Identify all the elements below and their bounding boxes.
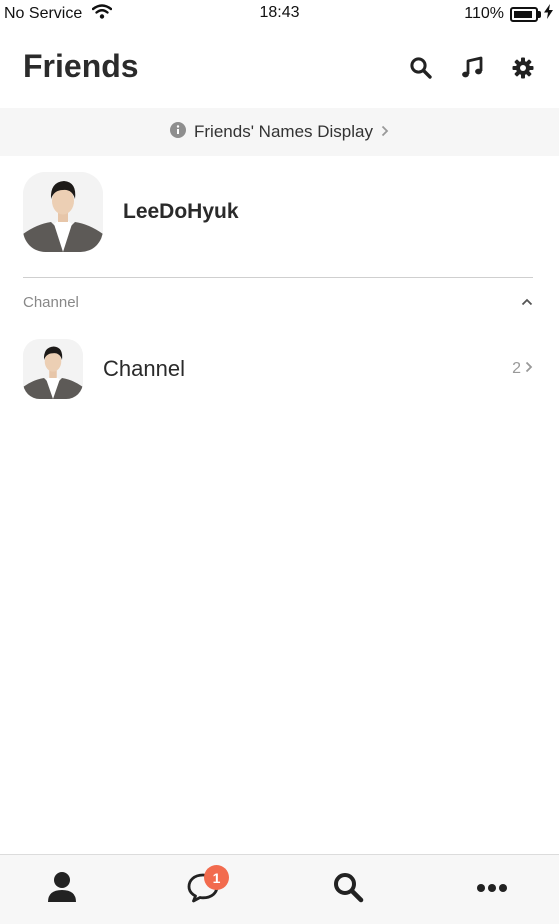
tab-friends[interactable] bbox=[42, 869, 82, 909]
unread-badge: 1 bbox=[204, 865, 229, 890]
chevron-right-icon bbox=[381, 122, 389, 142]
search-icon bbox=[332, 871, 364, 908]
my-profile-row[interactable]: LeeDoHyuk bbox=[23, 172, 533, 252]
section-label: Channel bbox=[23, 293, 79, 311]
channel-name: Channel bbox=[103, 356, 185, 381]
channel-section-header[interactable]: Channel bbox=[23, 290, 533, 314]
chevron-up-icon[interactable] bbox=[521, 293, 533, 311]
info-icon bbox=[170, 121, 187, 143]
avatar bbox=[23, 172, 103, 252]
tab-chats[interactable]: 1 bbox=[183, 865, 229, 909]
charging-bolt-icon bbox=[544, 4, 553, 24]
person-icon bbox=[47, 871, 77, 908]
gear-icon[interactable] bbox=[509, 54, 537, 82]
battery-percent: 110% bbox=[464, 5, 504, 22]
battery-icon bbox=[510, 6, 541, 22]
page-title: Friends bbox=[23, 48, 139, 84]
search-icon[interactable] bbox=[407, 54, 435, 82]
channel-count-value: 2 bbox=[512, 360, 521, 377]
app-header: Friends bbox=[0, 40, 559, 100]
tab-search[interactable] bbox=[328, 869, 368, 909]
names-display-banner[interactable]: Friends' Names Display bbox=[0, 108, 559, 156]
chevron-right-icon bbox=[525, 360, 533, 378]
status-bar: No Service 18:43 110% bbox=[0, 0, 559, 28]
music-note-icon[interactable] bbox=[458, 54, 486, 82]
names-display-text: Friends' Names Display bbox=[194, 122, 373, 141]
channel-row[interactable]: Channel 2 bbox=[23, 339, 533, 399]
tab-more[interactable] bbox=[472, 869, 512, 909]
profile-name: LeeDoHyuk bbox=[123, 200, 239, 223]
tab-bar: 1 bbox=[0, 854, 559, 924]
channel-count: 2 bbox=[512, 360, 533, 378]
avatar bbox=[23, 339, 83, 399]
divider bbox=[23, 277, 533, 278]
more-icon bbox=[476, 880, 508, 898]
